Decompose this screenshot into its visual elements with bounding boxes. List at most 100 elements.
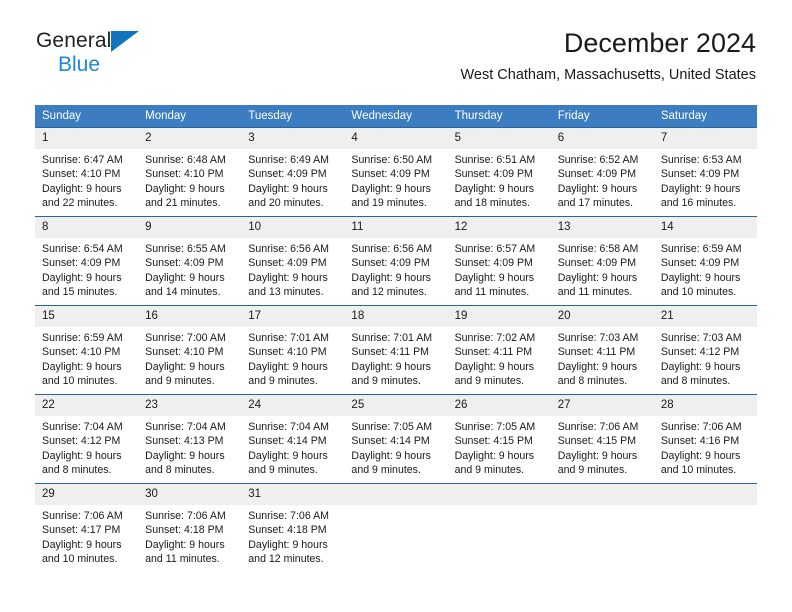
daylight-text: Daylight: 9 hours [248, 449, 328, 462]
weekday-header-sunday: Sunday [35, 105, 139, 128]
sunrise-text: Sunrise: 7:03 AM [557, 332, 639, 344]
sunrise-text: Sunrise: 6:52 AM [557, 154, 639, 166]
calendar-week-row: 1 Sunrise: 6:47 AM Sunset: 4:10 PM Daylight… [35, 127, 757, 217]
daylight-text: Daylight: 9 hours [660, 360, 741, 373]
daylight-text: and 11 minutes. [557, 285, 633, 298]
sunrise-text: Sunrise: 6:53 AM [660, 154, 742, 166]
day-details: Sunrise: 6:50 AM Sunset: 4:09 PM Daylight:… [344, 149, 447, 210]
day-number: 1 [35, 128, 139, 149]
day-cell[interactable]: 27 Sunrise: 7:06 AM Sunset: 4:15 PM Dayligh… [550, 394, 654, 484]
day-number: 5 [447, 128, 551, 149]
day-cell[interactable]: 25 Sunrise: 7:05 AM Sunset: 4:14 PM Dayligh… [344, 394, 448, 484]
logo-text-blue: Blue [58, 53, 101, 76]
day-cell[interactable]: 17 Sunrise: 7:01 AM Sunset: 4:10 PM Dayligh… [241, 305, 345, 395]
sunrise-text: Sunrise: 7:02 AM [454, 332, 536, 344]
day-cell[interactable]: 7 Sunrise: 6:53 AM Sunset: 4:09 PM Daylight… [653, 127, 757, 217]
daylight-text: Daylight: 9 hours [145, 182, 225, 195]
sunrise-text: Sunrise: 7:06 AM [42, 510, 123, 522]
day-number: 22 [35, 395, 139, 416]
daylight-text: and 14 minutes. [145, 285, 221, 298]
general-blue-logo[interactable]: General Blue [36, 30, 216, 78]
day-cell[interactable]: 15 Sunrise: 6:59 AM Sunset: 4:10 PM Dayligh… [35, 305, 139, 395]
day-cell[interactable]: 9 Sunrise: 6:55 AM Sunset: 4:09 PM Daylight… [138, 216, 242, 306]
day-cell[interactable]: 26 Sunrise: 7:05 AM Sunset: 4:15 PM Dayligh… [447, 394, 551, 484]
daylight-text: and 12 minutes. [351, 285, 427, 298]
day-cell[interactable]: 8 Sunrise: 6:54 AM Sunset: 4:09 PM Daylight… [35, 216, 139, 306]
day-cell[interactable]: 20 Sunrise: 7:03 AM Sunset: 4:11 PM Dayligh… [550, 305, 654, 395]
day-cell[interactable]: 11 Sunrise: 6:56 AM Sunset: 4:09 PM Dayligh… [344, 216, 448, 306]
daylight-text: and 17 minutes. [557, 196, 634, 209]
daylight-text: and 10 minutes. [42, 374, 118, 387]
daylight-text: and 9 minutes. [351, 463, 421, 476]
daylight-text: Daylight: 9 hours [145, 360, 225, 373]
daylight-text: and 18 minutes. [454, 196, 530, 209]
sunrise-text: Sunrise: 6:59 AM [660, 243, 742, 255]
day-details: Sunrise: 7:05 AM Sunset: 4:15 PM Daylight:… [448, 416, 551, 477]
page-header: General Blue December 2024 West Chatham,… [0, 0, 792, 83]
day-cell[interactable]: 6 Sunrise: 6:52 AM Sunset: 4:09 PM Daylight… [550, 127, 654, 217]
day-number: 23 [138, 395, 242, 416]
weekday-header-wednesday: Wednesday [344, 105, 448, 128]
day-cell[interactable]: 24 Sunrise: 7:04 AM Sunset: 4:14 PM Dayligh… [241, 394, 345, 484]
sunrise-text: Sunrise: 6:49 AM [248, 154, 329, 166]
day-cell[interactable]: 19 Sunrise: 7:02 AM Sunset: 4:11 PM Dayligh… [447, 305, 551, 395]
sunset-text: Sunset: 4:13 PM [145, 435, 224, 448]
day-cell[interactable]: 2 Sunrise: 6:48 AM Sunset: 4:10 PM Daylight… [138, 127, 242, 217]
day-cell[interactable]: 1 Sunrise: 6:47 AM Sunset: 4:10 PM Daylight… [35, 127, 139, 217]
daylight-text: Daylight: 9 hours [145, 271, 225, 284]
day-cell[interactable]: 16 Sunrise: 7:00 AM Sunset: 4:10 PM Dayligh… [138, 305, 242, 395]
day-number: 2 [138, 128, 242, 149]
sunrise-text: Sunrise: 7:05 AM [351, 421, 433, 433]
daylight-text: Daylight: 9 hours [351, 182, 431, 195]
day-number: 16 [138, 306, 242, 327]
sunset-text: Sunset: 4:09 PM [660, 257, 740, 270]
daylight-text: Daylight: 9 hours [42, 538, 122, 551]
sunrise-text: Sunrise: 7:06 AM [248, 510, 329, 522]
sunset-text: Sunset: 4:17 PM [42, 524, 121, 537]
daylight-text: Daylight: 9 hours [557, 271, 638, 284]
sunrise-text: Sunrise: 7:00 AM [145, 332, 226, 344]
day-cell[interactable]: 14 Sunrise: 6:59 AM Sunset: 4:09 PM Dayligh… [653, 216, 757, 306]
day-cell[interactable]: 23 Sunrise: 7:04 AM Sunset: 4:13 PM Dayligh… [138, 394, 242, 484]
day-cell[interactable]: 18 Sunrise: 7:01 AM Sunset: 4:11 PM Dayligh… [344, 305, 448, 395]
day-number: 12 [447, 217, 551, 238]
day-details: Sunrise: 7:01 AM Sunset: 4:10 PM Daylight:… [241, 327, 344, 388]
day-details: Sunrise: 6:59 AM Sunset: 4:10 PM Daylight:… [35, 327, 138, 388]
day-details: Sunrise: 7:06 AM Sunset: 4:17 PM Daylight:… [35, 505, 138, 566]
day-cell[interactable]: 13 Sunrise: 6:58 AM Sunset: 4:09 PM Dayligh… [550, 216, 654, 306]
day-details [344, 505, 447, 509]
day-details: Sunrise: 7:06 AM Sunset: 4:16 PM Daylight:… [654, 416, 757, 477]
daylight-text: Daylight: 9 hours [660, 271, 741, 284]
day-cell[interactable]: 22 Sunrise: 7:04 AM Sunset: 4:12 PM Dayligh… [35, 394, 139, 484]
day-cell[interactable]: 29 Sunrise: 7:06 AM Sunset: 4:17 PM Dayligh… [35, 483, 139, 572]
day-cell[interactable]: 3 Sunrise: 6:49 AM Sunset: 4:09 PM Daylight… [241, 127, 345, 217]
calendar-week-row: 8 Sunrise: 6:54 AM Sunset: 4:09 PM Daylight… [35, 216, 757, 306]
day-cell[interactable]: 21 Sunrise: 7:03 AM Sunset: 4:12 PM Dayligh… [653, 305, 757, 395]
day-number: 17 [241, 306, 345, 327]
day-details: Sunrise: 6:51 AM Sunset: 4:09 PM Daylight:… [448, 149, 551, 210]
daylight-text: and 10 minutes. [660, 463, 737, 476]
daylight-text: and 9 minutes. [557, 463, 628, 476]
day-number: 14 [653, 217, 757, 238]
day-cell[interactable]: 30 Sunrise: 7:06 AM Sunset: 4:18 PM Dayligh… [138, 483, 242, 572]
empty-day-cell [344, 483, 448, 572]
day-number: 20 [550, 306, 654, 327]
day-cell[interactable]: 4 Sunrise: 6:50 AM Sunset: 4:09 PM Daylight… [344, 127, 448, 217]
daylight-text: Daylight: 9 hours [248, 538, 328, 551]
day-details: Sunrise: 6:52 AM Sunset: 4:09 PM Daylight:… [551, 149, 654, 210]
day-cell[interactable]: 31 Sunrise: 7:06 AM Sunset: 4:18 PM Dayligh… [241, 483, 345, 572]
daylight-text: and 9 minutes. [248, 374, 318, 387]
day-cell[interactable]: 5 Sunrise: 6:51 AM Sunset: 4:09 PM Daylight… [447, 127, 551, 217]
day-cell[interactable]: 28 Sunrise: 7:06 AM Sunset: 4:16 PM Dayligh… [653, 394, 757, 484]
sunset-text: Sunset: 4:10 PM [145, 168, 224, 181]
daylight-text: and 15 minutes. [42, 285, 118, 298]
day-details: Sunrise: 7:03 AM Sunset: 4:11 PM Daylight:… [551, 327, 654, 388]
day-number: 30 [138, 484, 242, 505]
sunrise-text: Sunrise: 7:04 AM [248, 421, 329, 433]
day-details: Sunrise: 7:04 AM Sunset: 4:13 PM Daylight:… [138, 416, 241, 477]
weekday-header-thursday: Thursday [447, 105, 551, 128]
day-cell[interactable]: 10 Sunrise: 6:56 AM Sunset: 4:09 PM Dayligh… [241, 216, 345, 306]
daylight-text: and 22 minutes. [42, 196, 118, 209]
day-cell[interactable]: 12 Sunrise: 6:57 AM Sunset: 4:09 PM Dayligh… [447, 216, 551, 306]
day-details: Sunrise: 7:00 AM Sunset: 4:10 PM Daylight:… [138, 327, 241, 388]
